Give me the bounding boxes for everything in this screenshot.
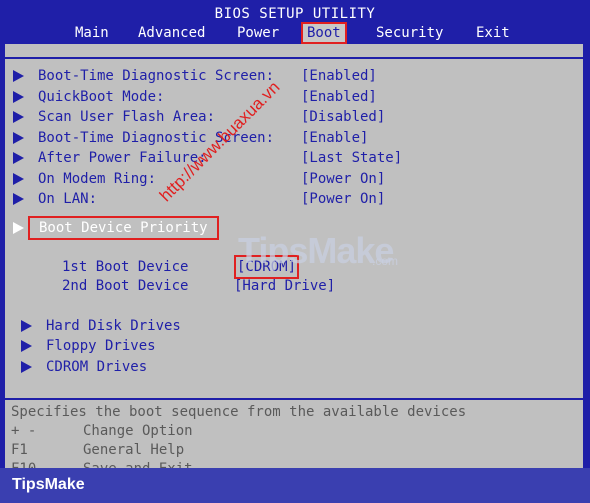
footer-logo: TipsMake: [12, 476, 85, 493]
arrow-right-icon: [13, 111, 24, 123]
setting-label[interactable]: On Modem Ring:: [38, 170, 156, 188]
setting-label[interactable]: QuickBoot Mode:: [38, 88, 164, 106]
arrow-right-icon: [21, 320, 32, 332]
help-action: Change Option: [83, 423, 193, 439]
boot-device-value[interactable]: [Hard Drive]: [234, 277, 335, 295]
arrow-right-icon: [13, 132, 24, 144]
boot-device-label: 1st Boot Device: [62, 259, 189, 275]
submenu-cdrom-drives[interactable]: CDROM Drives: [46, 358, 147, 376]
setting-value[interactable]: [Disabled]: [301, 108, 385, 126]
setting-value[interactable]: [Power On]: [301, 170, 385, 188]
panel-top-divider: [5, 57, 583, 59]
arrow-right-icon: [13, 193, 24, 205]
arrow-right-icon: [21, 340, 32, 352]
menu-tab-boot[interactable]: Boot: [301, 22, 347, 44]
arrow-right-icon: [13, 91, 24, 103]
help-divider: [5, 398, 583, 400]
menu-tab-advanced[interactable]: Advanced: [134, 24, 209, 42]
arrow-right-icon: [13, 70, 24, 82]
submenu-floppy-drives[interactable]: Floppy Drives: [46, 337, 156, 355]
arrow-right-icon: [13, 173, 24, 185]
bios-menu-bar: Main Advanced Power Boot Security Exit: [0, 22, 590, 44]
setting-value[interactable]: [Last State]: [301, 149, 402, 167]
setting-label[interactable]: On LAN:: [38, 190, 97, 208]
submenu-hard-disk-drives[interactable]: Hard Disk Drives: [46, 317, 181, 335]
boot-device-label: 2nd Boot Device: [62, 278, 189, 294]
menu-tab-power[interactable]: Power: [233, 24, 283, 42]
arrow-right-icon: [13, 152, 24, 164]
boot-device-priority-item[interactable]: Boot Device Priority: [28, 216, 219, 240]
help-description: Specifies the boot sequence from the ava…: [11, 404, 467, 420]
setting-value[interactable]: [Enabled]: [301, 88, 377, 106]
help-key: + -: [11, 423, 37, 439]
setting-label[interactable]: Scan User Flash Area:: [38, 108, 215, 126]
bios-header: BIOS SETUP UTILITY Main Advanced Power B…: [0, 0, 590, 44]
arrow-right-icon: [13, 222, 24, 234]
setting-value[interactable]: [Enable]: [301, 129, 368, 147]
setting-value[interactable]: [Enabled]: [301, 67, 377, 85]
menu-tab-exit[interactable]: Exit: [472, 24, 514, 42]
arrow-right-icon: [21, 361, 32, 373]
menu-tab-security[interactable]: Security: [372, 24, 447, 42]
tipsmake-watermark-suffix: .com: [372, 254, 399, 268]
setting-label[interactable]: Boot-Time Diagnostic Screen:: [38, 67, 274, 85]
help-action: General Help: [83, 442, 185, 458]
menu-tab-main[interactable]: Main: [71, 24, 113, 42]
footer-bar: TipsMake: [0, 468, 590, 503]
setting-label[interactable]: After Power Failure:: [38, 149, 207, 167]
bios-title: BIOS SETUP UTILITY: [214, 6, 376, 22]
setting-value[interactable]: [Power On]: [301, 190, 385, 208]
tipsmake-watermark: TipsMake: [238, 230, 394, 271]
help-key: F1: [11, 442, 28, 458]
